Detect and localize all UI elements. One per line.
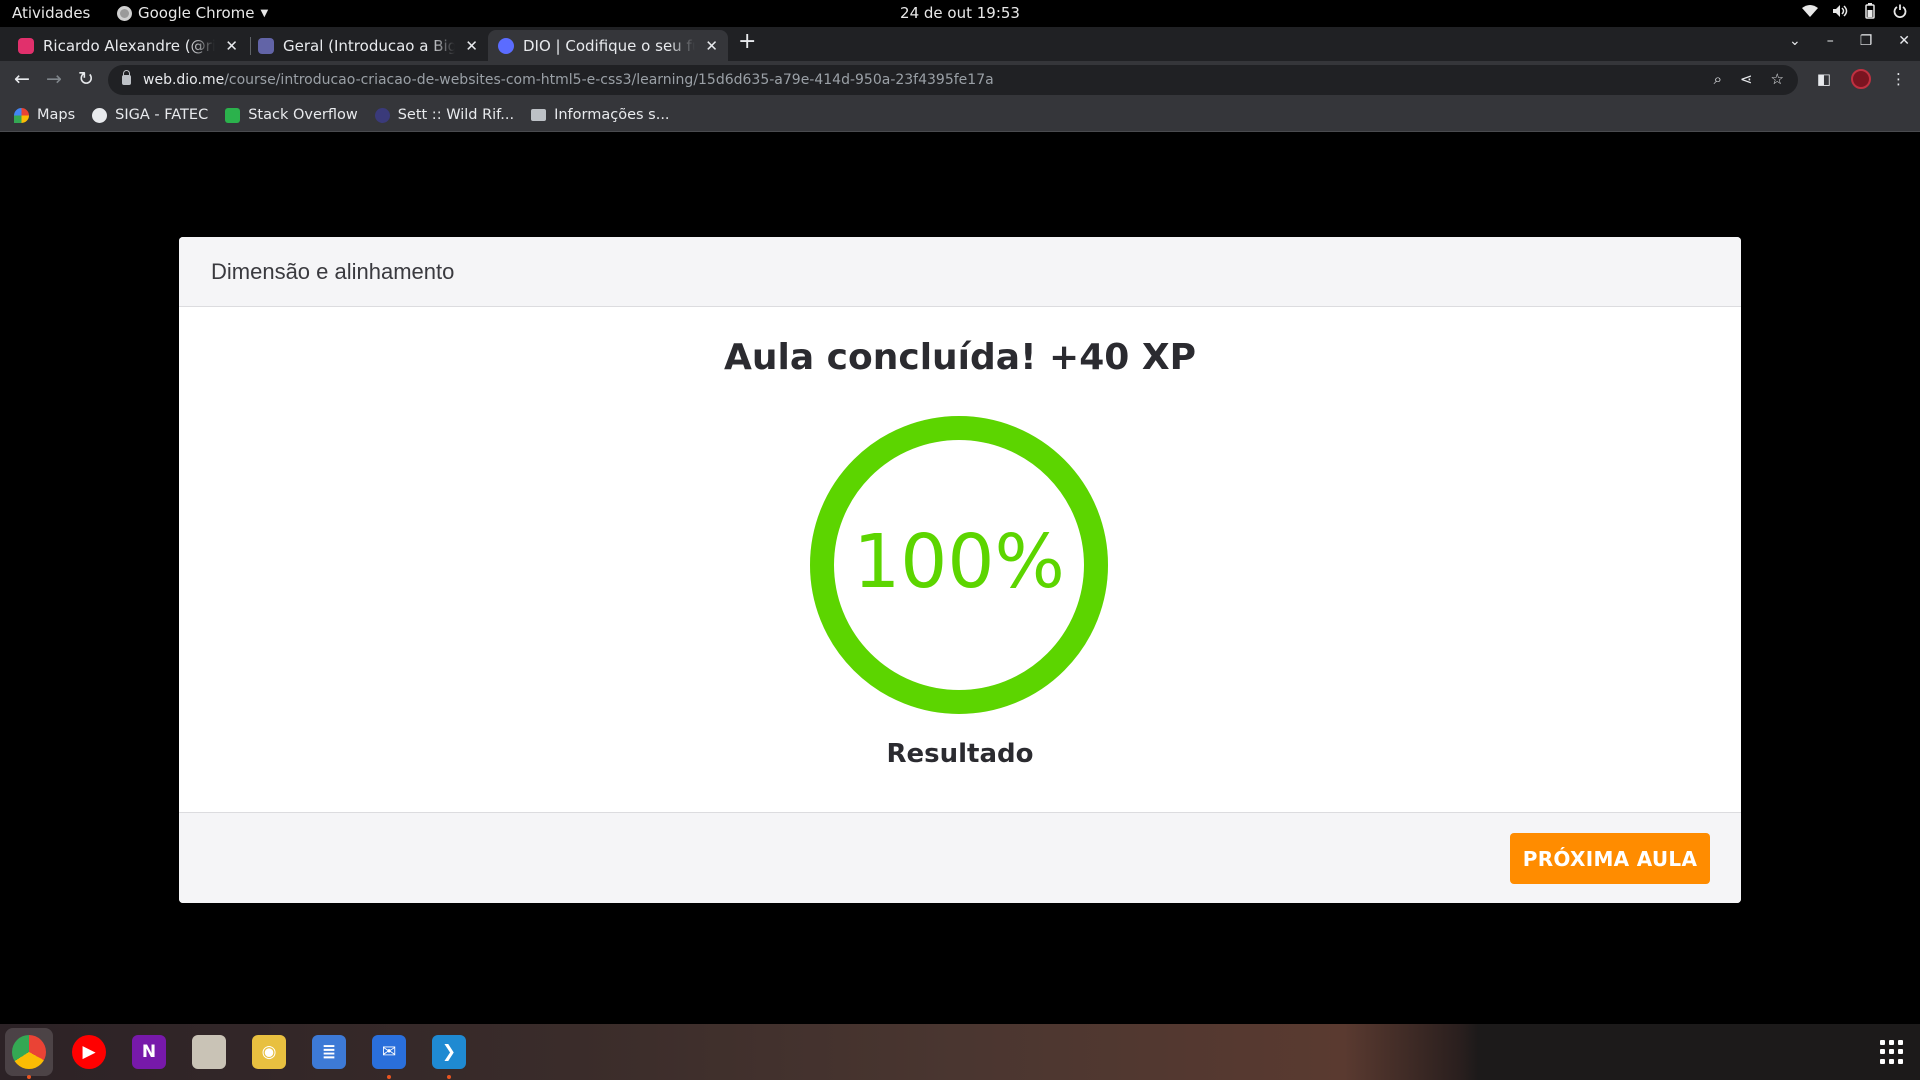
minimize-icon[interactable]: – bbox=[1827, 33, 1834, 49]
bookmark-wild-rift[interactable]: Sett :: Wild Rif... bbox=[374, 107, 515, 123]
battery-icon bbox=[1862, 3, 1878, 19]
address-bar[interactable]: web.dio.me/course/introducao-criacao-de-… bbox=[108, 65, 1798, 95]
volume-icon bbox=[1832, 3, 1848, 19]
bookmark-maps[interactable]: Maps bbox=[14, 107, 75, 123]
youtube-music-icon[interactable]: ▶ bbox=[70, 1033, 108, 1071]
chrome-glyph bbox=[12, 1035, 46, 1069]
running-indicator bbox=[447, 1075, 451, 1079]
teams-favicon-icon bbox=[258, 37, 274, 54]
onenote-icon[interactable]: N bbox=[130, 1033, 168, 1071]
reload-icon[interactable]: ↻ bbox=[74, 68, 98, 90]
bookmark-label: Stack Overflow bbox=[248, 107, 358, 123]
wildrift-icon bbox=[374, 107, 390, 123]
bookmark-stack-overflow[interactable]: Stack Overflow bbox=[225, 107, 358, 123]
show-applications-icon[interactable] bbox=[1880, 1040, 1904, 1064]
bookmarks-bar: Maps SIGA - FATEC Stack Overflow Sett ::… bbox=[0, 99, 1920, 132]
omnibox-actions: ⌕ ⋖ ☆ bbox=[1714, 70, 1784, 88]
close-tab-icon[interactable]: ✕ bbox=[705, 37, 718, 55]
browser-toolbar: ← → ↻ web.dio.me/course/introducao-criac… bbox=[0, 61, 1920, 99]
text-editor-glyph: ≣ bbox=[312, 1035, 346, 1069]
clock[interactable]: 24 de out 19:53 bbox=[0, 4, 1920, 22]
modal-footer: PRÓXIMA AULA bbox=[179, 812, 1741, 903]
share-icon[interactable]: ⋖ bbox=[1740, 70, 1753, 88]
wifi-icon bbox=[1802, 3, 1818, 19]
toolbar-right: ◧ ⋮ bbox=[1817, 69, 1906, 89]
system-top-bar: Atividades Google Chrome ▼ 24 de out 19:… bbox=[0, 0, 1920, 27]
chrome-icon[interactable] bbox=[5, 1028, 53, 1076]
instagram-favicon-icon bbox=[18, 37, 34, 54]
tab-dio[interactable]: DIO | Codifique o seu futuro ✕ bbox=[488, 30, 728, 61]
zoom-icon[interactable]: ⌕ bbox=[1714, 70, 1722, 88]
restore-icon[interactable]: ❐ bbox=[1860, 33, 1873, 49]
progress-ring: 100% bbox=[810, 416, 1108, 714]
tab-instagram[interactable]: Ricardo Alexandre (@ricardo ✕ bbox=[8, 30, 248, 61]
vscode-icon[interactable]: ❯ bbox=[430, 1033, 468, 1071]
files-glyph bbox=[192, 1035, 226, 1069]
lock-icon[interactable] bbox=[122, 70, 131, 85]
power-menu-icon bbox=[1892, 3, 1908, 19]
files-icon[interactable] bbox=[190, 1033, 228, 1071]
bookmark-star-icon[interactable]: ☆ bbox=[1771, 70, 1784, 88]
menu-kebab-icon[interactable]: ⋮ bbox=[1891, 70, 1906, 88]
tab-title: DIO | Codifique o seu futuro bbox=[523, 36, 695, 55]
tab-title: Geral (Introducao a Big Data bbox=[283, 36, 456, 55]
tab-search-icon[interactable]: ⌄ bbox=[1789, 33, 1801, 49]
rhythmbox-glyph: ◉ bbox=[252, 1035, 286, 1069]
running-indicator bbox=[387, 1075, 391, 1079]
close-tab-icon[interactable]: ✕ bbox=[465, 37, 478, 55]
system-tray[interactable] bbox=[1802, 3, 1908, 19]
bookmark-label: Informações s... bbox=[554, 107, 670, 123]
tab-strip: Ricardo Alexandre (@ricardo ✕ Geral (Int… bbox=[0, 27, 1920, 61]
bookmark-label: SIGA - FATEC bbox=[115, 107, 209, 123]
globe-icon bbox=[92, 107, 108, 123]
profile-avatar[interactable] bbox=[1851, 69, 1871, 89]
next-lesson-button[interactable]: PRÓXIMA AULA bbox=[1510, 833, 1710, 884]
side-panel-icon[interactable]: ◧ bbox=[1817, 70, 1831, 88]
bookmark-label: Maps bbox=[37, 107, 76, 123]
onenote-glyph: N bbox=[132, 1035, 166, 1069]
bookmark-siga-fatec[interactable]: SIGA - FATEC bbox=[92, 107, 208, 123]
modal-body: Aula concluída! +40 XP 100% Resultado bbox=[179, 307, 1741, 812]
result-label: Resultado bbox=[886, 739, 1034, 769]
window-controls: ⌄ – ❐ ✕ bbox=[1789, 33, 1910, 49]
completion-headline: Aula concluída! +40 XP bbox=[724, 337, 1196, 378]
stack-overflow-icon bbox=[225, 107, 241, 123]
youtube-music-glyph: ▶ bbox=[72, 1035, 106, 1069]
tab-teams[interactable]: Geral (Introducao a Big Data ✕ bbox=[248, 30, 488, 61]
page-content: Dimensão e alinhamento Aula concluída! +… bbox=[0, 132, 1920, 1024]
close-window-icon[interactable]: ✕ bbox=[1898, 33, 1910, 49]
tab-title: Ricardo Alexandre (@ricardo bbox=[43, 36, 216, 55]
running-indicator bbox=[27, 1075, 31, 1079]
url-text[interactable]: web.dio.me/course/introducao-criacao-de-… bbox=[143, 72, 994, 88]
thunderbird-glyph: ✉ bbox=[372, 1035, 406, 1069]
thunderbird-icon[interactable]: ✉ bbox=[370, 1033, 408, 1071]
text-editor-icon[interactable]: ≣ bbox=[310, 1033, 348, 1071]
maps-icon bbox=[14, 107, 29, 123]
dio-favicon-icon bbox=[498, 37, 514, 54]
lesson-complete-modal: Dimensão e alinhamento Aula concluída! +… bbox=[179, 237, 1741, 903]
vscode-glyph: ❯ bbox=[432, 1035, 466, 1069]
close-tab-icon[interactable]: ✕ bbox=[225, 37, 238, 55]
forward-arrow-icon[interactable]: → bbox=[42, 68, 66, 90]
progress-percent-text: 100% bbox=[853, 519, 1065, 605]
bookmark-label: Sett :: Wild Rif... bbox=[397, 107, 515, 123]
bookmark-folder-informacoes[interactable]: Informações s... bbox=[531, 107, 670, 123]
rhythmbox-icon[interactable]: ◉ bbox=[250, 1033, 288, 1071]
ubuntu-dock: ▶ N ◉ ≣ ✉ ❯ bbox=[0, 1024, 1920, 1080]
back-arrow-icon[interactable]: ← bbox=[10, 68, 34, 90]
new-tab-button[interactable]: + bbox=[738, 29, 756, 54]
folder-icon bbox=[531, 109, 547, 121]
section-title: Dimensão e alinhamento bbox=[211, 258, 455, 284]
modal-header: Dimensão e alinhamento bbox=[179, 237, 1741, 307]
